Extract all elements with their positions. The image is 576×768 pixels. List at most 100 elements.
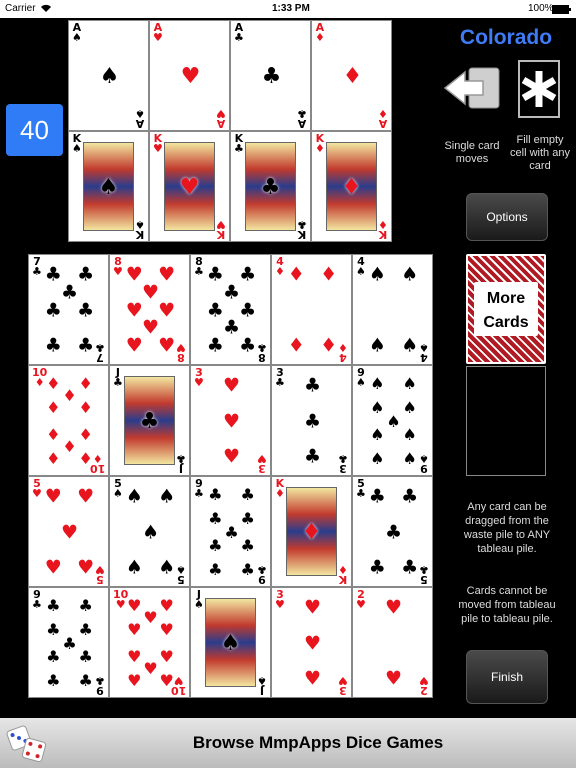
tableau-card-j-of-clubs[interactable]: J ♣ J ♣ ♣ [109,365,190,476]
card-corner-index: 3 ♥ [257,452,267,475]
options-button[interactable]: Options [466,193,548,241]
foundation-card-a-of-clubs[interactable]: A ♣ A ♣ ♣ [230,20,311,131]
suit-pip: ♥ [141,316,160,339]
foundation-card-a-of-diamonds[interactable]: A ♦ A ♦ ♦ [311,20,392,131]
suit-pip: ♠ [125,485,143,508]
tableau-card-10-of-diamonds[interactable]: 10 ♦ 10 ♦ ♦ ♦ ♦ ♦ ♦ ♦ ♦ ♦ ♦ ♦ [28,365,109,476]
suit-pip: ♣ [224,522,239,542]
card-suit: ♦ [275,265,285,278]
single-card-move-icon[interactable] [443,60,503,118]
more-cards-stock[interactable]: More Cards [466,254,546,364]
suit-pip: ♦ [46,424,61,444]
tableau-card-8-of-hearts[interactable]: 8 ♥ 8 ♥ ♥ ♥ ♥ ♥ ♥ ♥ ♥ ♥ [109,254,190,365]
tableau-card-9-of-clubs[interactable]: 9 ♣ 9 ♣ ♣ ♣ ♣ ♣ ♣ ♣ ♣ ♣ ♣ [190,476,271,587]
card-suit: ♥ [95,563,105,576]
suit-pip: ♠ [368,263,386,286]
suit-pip: ♥ [141,281,160,304]
card-corner-index: K ♦ [338,563,348,586]
suit-pip: ♥ [127,620,142,640]
card-suit: ♥ [216,218,226,231]
tableau-card-j-of-spades[interactable]: J ♠ J ♠ ♠ [190,587,271,698]
face-suit: ♣ [260,173,281,200]
carrier-label: Carrier [5,3,36,14]
more-cards-label: More Cards [474,282,538,336]
suit-pip: ♦ [78,373,93,393]
foundation-card-k-of-spades[interactable]: K ♠ K ♠ ♠ [68,131,149,242]
suit-pip: ♥ [143,607,158,627]
tableau-card-7-of-clubs[interactable]: 7 ♣ 7 ♣ ♣ ♣ ♣ ♣ ♣ ♣ ♣ [28,254,109,365]
more-cards-label-line2: Cards [483,314,529,331]
suit-pip: ♦ [46,398,61,418]
card-suit: ♦ [378,107,388,120]
card-corner-index: 2 ♥ [419,674,429,697]
info-text-tableau: Cards cannot be moved from tableau pile … [458,585,556,625]
clock: 1:33 PM [272,3,310,14]
tableau-card-k-of-diamonds[interactable]: K ♦ K ♦ ♦ [271,476,352,587]
card-corner-index: K ♥ [153,133,163,154]
suit-pip: ♠ [402,424,417,444]
face-suit: ♠ [98,173,119,200]
suit-pip: ♥ [125,299,143,321]
tableau-card-9-of-spades[interactable]: 9 ♠ 9 ♠ ♠ ♠ ♠ ♠ ♠ ♠ ♠ ♠ ♠ [352,365,433,476]
suit-pip: ♣ [77,334,95,357]
suit-pip: ♣ [206,263,224,286]
suit-pip: ♣ [78,620,93,640]
card-suit: ♥ [32,487,42,500]
info-text-waste: Any card can be dragged from the waste p… [463,501,551,555]
card-corner-index: A ♥ [153,22,163,43]
card-corner-index: K ♥ [216,218,226,241]
tableau-card-4-of-spades[interactable]: 4 ♠ 4 ♠ ♠ ♠ ♠ ♠ [352,254,433,365]
card-suit: ♥ [173,674,184,687]
card-corner-index: K ♦ [378,218,388,241]
game-title: Colorado [459,26,553,49]
suit-pip: ♣ [208,535,223,555]
suit-pip: ♥ [60,521,79,543]
foundation-card-a-of-hearts[interactable]: A ♥ A ♥ ♥ [149,20,230,131]
tableau-card-3-of-hearts[interactable]: 3 ♥ 3 ♥ ♥ ♥ ♥ [271,587,352,698]
dice-games-banner[interactable]: Browse MmpApps Dice Games [0,718,576,768]
suit-pip: ♣ [303,445,322,468]
card-suit: ♣ [234,142,244,155]
suit-pip: ♥ [159,671,174,691]
tableau-card-8-of-clubs[interactable]: 8 ♣ 8 ♣ ♣ ♣ ♣ ♣ ♣ ♣ ♣ ♣ [190,254,271,365]
asterisk-icon[interactable] [518,60,560,118]
tableau-card-5-of-spades[interactable]: 5 ♠ 5 ♠ ♠ ♠ ♠ ♠ ♠ [109,476,190,587]
suit-pip: ♥ [44,485,62,508]
card-suit: ♠ [176,563,186,576]
tableau-card-3-of-hearts[interactable]: 3 ♥ 3 ♥ ♥ ♥ ♥ [190,365,271,476]
foundation-card-k-of-clubs[interactable]: K ♣ K ♣ ♣ [230,131,311,242]
tableau-card-9-of-clubs[interactable]: 9 ♣ 9 ♣ ♣ ♣ ♣ ♣ ♣ ♣ ♣ ♣ ♣ [28,587,109,698]
face-card-picture: ♣ [124,376,175,465]
tableau-card-10-of-hearts[interactable]: 10 ♥ 10 ♥ ♥ ♥ ♥ ♥ ♥ ♥ ♥ ♥ ♥ ♥ [109,587,190,698]
tableau-card-4-of-diamonds[interactable]: 4 ♦ 4 ♦ ♦ ♦ ♦ ♦ [271,254,352,365]
face-card-picture: ♠ [205,598,256,687]
dice-icon [6,724,47,763]
foundation-card-k-of-hearts[interactable]: K ♥ K ♥ ♥ [149,131,230,242]
card-suit: ♠ [419,452,429,465]
card-suit: ♣ [176,452,186,465]
card-suit: ♥ [194,376,204,389]
suit-pip: ♥ [222,374,241,397]
card-suit: ♣ [32,598,42,611]
tableau-card-5-of-hearts[interactable]: 5 ♥ 5 ♥ ♥ ♥ ♥ ♥ ♥ [28,476,109,587]
card-corner-index: K ♣ [234,133,244,155]
card-suit: ♠ [356,265,366,278]
tableau-card-5-of-clubs[interactable]: 5 ♣ 5 ♣ ♣ ♣ ♣ ♣ ♣ [352,476,433,587]
suit-pip: ♣ [206,334,224,357]
foundation-card-k-of-diamonds[interactable]: K ♦ K ♦ ♦ [311,131,392,242]
tableau-card-2-of-hearts[interactable]: 2 ♥ 2 ♥ ♥ ♥ [352,587,433,698]
card-suit: ♣ [338,452,348,465]
tableau-card-3-of-clubs[interactable]: 3 ♣ 3 ♣ ♣ ♣ ♣ [271,365,352,476]
suit-pip: ♣ [303,410,322,432]
card-corner-index: 5 ♥ [32,478,42,500]
suit-pip: ♣ [261,63,282,89]
waste-pile[interactable] [466,366,546,476]
finish-button[interactable]: Finish [466,650,548,704]
card-corner-index: A ♦ [315,22,325,43]
foundation-card-a-of-spades[interactable]: A ♠ A ♠ ♠ [68,20,149,131]
suit-pip: ♠ [370,373,385,393]
suit-pip: ♠ [370,449,385,469]
face-card-picture: ♦ [326,142,377,231]
card-corner-index: A ♣ [297,107,307,130]
suit-pip: ♥ [384,596,403,619]
